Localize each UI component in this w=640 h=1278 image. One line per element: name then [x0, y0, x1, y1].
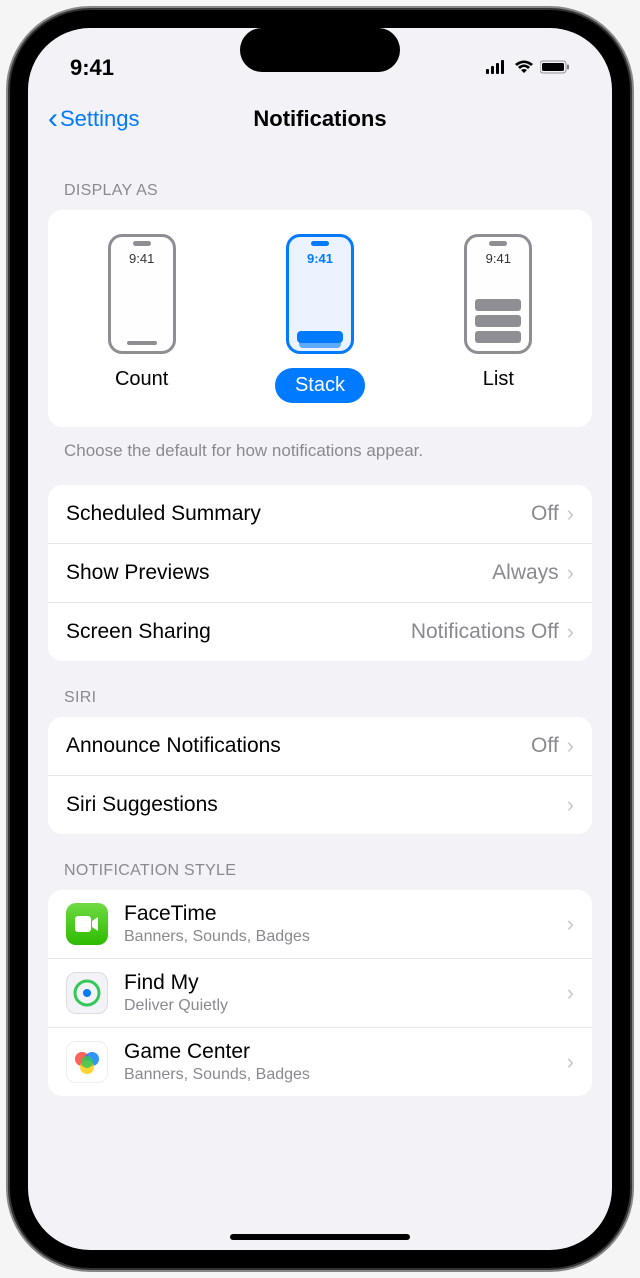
battery-icon [540, 58, 570, 79]
option-label-stack: Stack [275, 368, 365, 403]
back-label: Settings [60, 106, 140, 132]
status-icons [486, 58, 570, 79]
status-time: 9:41 [70, 55, 114, 81]
row-value: Off › [531, 501, 574, 527]
display-as-header: DISPLAY AS [48, 154, 592, 210]
mini-phone-stack-icon: 9:41 [286, 234, 354, 354]
chevron-right-icon: › [567, 560, 574, 586]
row-scheduled-summary[interactable]: Scheduled Summary Off › [48, 485, 592, 544]
notification-style-card: FaceTime Banners, Sounds, Badges › Find … [48, 890, 592, 1096]
app-row-facetime[interactable]: FaceTime Banners, Sounds, Badges › [48, 890, 592, 959]
facetime-icon [66, 903, 108, 945]
chevron-right-icon: › [567, 733, 574, 759]
settings-card: Scheduled Summary Off › Show Previews Al… [48, 485, 592, 661]
option-label-list: List [483, 368, 514, 391]
row-label: Screen Sharing [66, 620, 211, 644]
row-label: Announce Notifications [66, 734, 281, 758]
app-name: Game Center [124, 1040, 551, 1064]
home-indicator[interactable] [230, 1234, 410, 1240]
gamecenter-icon [66, 1041, 108, 1083]
chevron-right-icon: › [567, 619, 574, 645]
display-option-count[interactable]: 9:41 Count [108, 234, 176, 403]
app-name: Find My [124, 971, 551, 995]
chevron-right-icon: › [567, 501, 574, 527]
app-detail: Banners, Sounds, Badges [124, 928, 551, 946]
siri-header: SIRI [48, 661, 592, 717]
display-as-card: 9:41 Count 9:41 [48, 210, 592, 427]
siri-card: Announce Notifications Off › Siri Sugges… [48, 717, 592, 834]
app-info: Find My Deliver Quietly [124, 971, 551, 1015]
app-info: Game Center Banners, Sounds, Badges [124, 1040, 551, 1084]
display-option-stack[interactable]: 9:41 Stack [275, 234, 365, 403]
row-label: Show Previews [66, 561, 210, 585]
row-value: Off › [531, 733, 574, 759]
signal-icon [486, 58, 508, 79]
wifi-icon [514, 58, 534, 79]
phone-frame: 9:41 ‹ Settings Notifications DISP [10, 10, 630, 1268]
row-value: Always › [492, 560, 574, 586]
app-row-gamecenter[interactable]: Game Center Banners, Sounds, Badges › [48, 1028, 592, 1096]
back-button[interactable]: ‹ Settings [48, 102, 140, 136]
row-value: › [567, 792, 574, 818]
dynamic-island [240, 28, 400, 72]
notification-style-header: NOTIFICATION STYLE [48, 834, 592, 890]
chevron-right-icon: › [567, 1049, 574, 1075]
app-detail: Banners, Sounds, Badges [124, 1066, 551, 1084]
row-siri-suggestions[interactable]: Siri Suggestions › [48, 776, 592, 834]
mini-phone-count-icon: 9:41 [108, 234, 176, 354]
display-option-list[interactable]: 9:41 List [464, 234, 532, 403]
chevron-left-icon: ‹ [48, 102, 58, 136]
row-label: Scheduled Summary [66, 502, 261, 526]
findmy-icon [66, 972, 108, 1014]
display-as-footer: Choose the default for how notifications… [48, 427, 592, 469]
option-label-count: Count [115, 368, 168, 391]
row-screen-sharing[interactable]: Screen Sharing Notifications Off › [48, 603, 592, 661]
app-detail: Deliver Quietly [124, 997, 551, 1015]
row-show-previews[interactable]: Show Previews Always › [48, 544, 592, 603]
display-options: 9:41 Count 9:41 [48, 210, 592, 427]
app-row-findmy[interactable]: Find My Deliver Quietly › [48, 959, 592, 1028]
chevron-right-icon: › [567, 911, 574, 937]
chevron-right-icon: › [567, 980, 574, 1006]
chevron-right-icon: › [567, 792, 574, 818]
screen: 9:41 ‹ Settings Notifications DISP [28, 28, 612, 1250]
row-value: Notifications Off › [411, 619, 574, 645]
nav-bar: ‹ Settings Notifications [28, 88, 612, 154]
mini-phone-list-icon: 9:41 [464, 234, 532, 354]
row-label: Siri Suggestions [66, 793, 218, 817]
app-name: FaceTime [124, 902, 551, 926]
row-announce-notifications[interactable]: Announce Notifications Off › [48, 717, 592, 776]
app-info: FaceTime Banners, Sounds, Badges [124, 902, 551, 946]
content-scroll[interactable]: DISPLAY AS 9:41 Count 9:4 [28, 154, 612, 1246]
page-title: Notifications [253, 106, 386, 132]
